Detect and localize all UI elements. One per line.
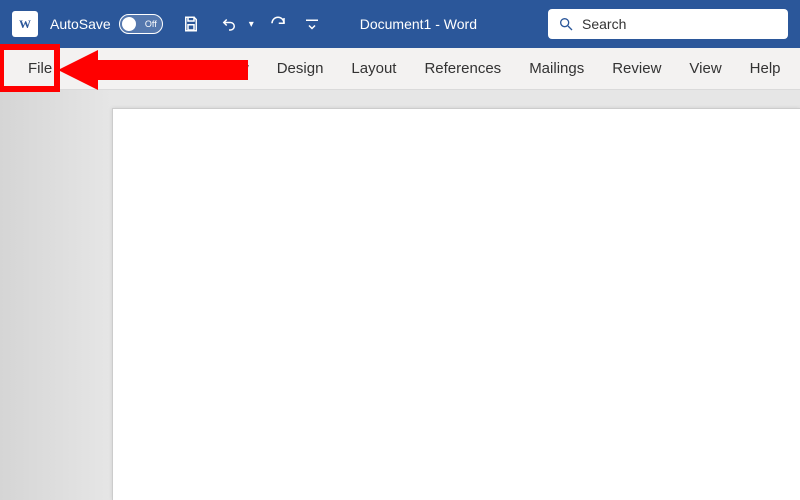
tab-insert[interactable]: Insert	[134, 48, 200, 89]
tab-review[interactable]: Review	[598, 48, 675, 89]
redo-icon[interactable]	[264, 10, 292, 38]
app-icon-letter: W	[19, 17, 31, 32]
autosave-toggle[interactable]: Off	[119, 14, 163, 34]
title-bar: W AutoSave Off ▾ Document1 - Word Search	[0, 0, 800, 48]
tab-mailings[interactable]: Mailings	[515, 48, 598, 89]
save-icon[interactable]	[177, 10, 205, 38]
undo-icon[interactable]	[215, 10, 243, 38]
autosave-state: Off	[145, 19, 157, 29]
workspace	[0, 90, 800, 500]
tab-help[interactable]: Help	[736, 48, 795, 89]
toggle-knob	[122, 17, 136, 31]
customize-qat-icon[interactable]	[302, 10, 322, 38]
search-icon	[558, 16, 574, 32]
autosave-label: AutoSave	[50, 16, 111, 32]
search-input[interactable]: Search	[548, 9, 788, 39]
search-placeholder: Search	[582, 16, 626, 32]
document-title: Document1 - Word	[360, 16, 477, 32]
left-gutter	[0, 90, 112, 500]
tab-layout[interactable]: Layout	[337, 48, 410, 89]
tab-draw[interactable]: Draw	[200, 48, 263, 89]
document-page[interactable]	[112, 108, 800, 500]
tab-view[interactable]: View	[675, 48, 735, 89]
chevron-down-icon[interactable]: ▾	[249, 19, 254, 30]
ribbon-tabs: File Home Insert Draw Design Layout Refe…	[0, 48, 800, 90]
tab-file[interactable]: File	[14, 48, 66, 89]
tab-design[interactable]: Design	[263, 48, 338, 89]
tab-home[interactable]: Home	[66, 48, 134, 89]
tab-prow[interactable]: ProW	[795, 48, 800, 89]
autosave-control[interactable]: AutoSave Off	[50, 14, 163, 34]
tab-references[interactable]: References	[410, 48, 515, 89]
app-icon: W	[12, 11, 38, 37]
